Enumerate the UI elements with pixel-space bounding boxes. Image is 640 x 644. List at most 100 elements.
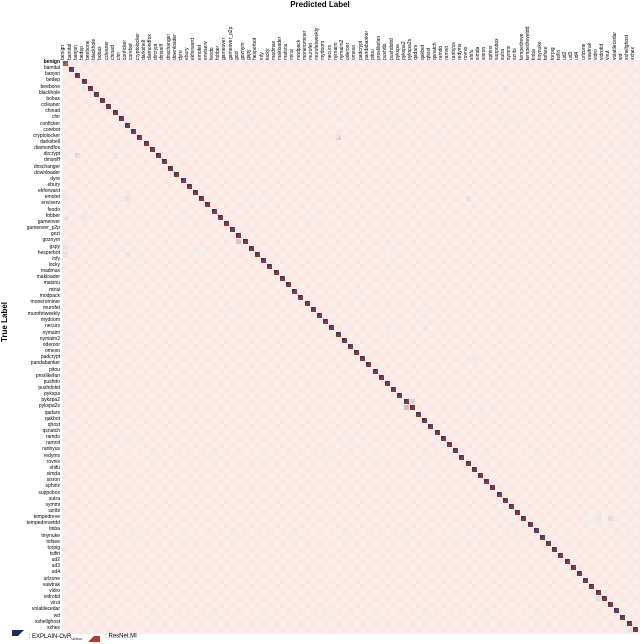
- y-tick-label: tinba: [49, 527, 60, 532]
- cell-lower-triangle: [534, 528, 539, 533]
- cell-lower-triangle: [82, 86, 87, 91]
- cell-lower-triangle: [602, 590, 607, 595]
- cell-lower-triangle: [360, 356, 365, 361]
- cell-lower-triangle: [311, 307, 316, 312]
- x-tick-label: sphinx: [489, 46, 494, 60]
- x-tick-label: ekforward: [191, 38, 196, 60]
- cell-lower-triangle: [422, 418, 427, 423]
- x-tick-label: dmsniff: [160, 44, 165, 60]
- y-tick-label: volatilecedar: [32, 607, 60, 612]
- cell-lower-triangle: [243, 239, 248, 244]
- cell-lower-triangle: [540, 535, 545, 540]
- cell-lower-triangle: [342, 338, 347, 343]
- cell-lower-triangle: [230, 227, 235, 232]
- cell-lower-triangle: [385, 252, 390, 257]
- cell-lower-triangle: [88, 86, 93, 91]
- cell-lower-triangle: [63, 252, 68, 257]
- y-tick-label: conficker: [40, 122, 60, 127]
- x-tick-label: ccleaner: [105, 41, 110, 60]
- y-tick-label: dnschanger: [34, 165, 60, 170]
- cell-lower-triangle: [589, 584, 594, 589]
- cell-lower-triangle: [113, 110, 118, 115]
- cell-lower-triangle: [286, 282, 291, 287]
- cell-lower-triangle: [366, 362, 371, 367]
- cell-lower-triangle: [113, 153, 118, 158]
- cell-lower-triangle: [596, 596, 601, 601]
- y-tick-label: qakbot: [45, 417, 60, 422]
- y-tick-label: tinynuke: [41, 534, 60, 539]
- x-tick-label: qadars: [414, 45, 419, 60]
- cell-lower-triangle: [379, 375, 384, 380]
- cell-lower-triangle: [63, 393, 68, 398]
- cell-lower-triangle: [627, 627, 632, 632]
- cell-lower-triangle: [199, 252, 204, 257]
- x-tick-label: volatilecedar: [613, 32, 618, 60]
- y-tick-label: suppobox: [38, 491, 60, 496]
- cell-lower-triangle: [323, 319, 328, 324]
- x-tick-label: mirai: [290, 49, 295, 60]
- cell-lower-triangle: [187, 153, 192, 158]
- cell-lower-triangle: [63, 344, 68, 349]
- x-tick-label: bamital: [68, 44, 73, 60]
- y-tick-label: dmsniff: [44, 158, 60, 163]
- x-tick-label: szribi: [513, 48, 518, 60]
- cell-lower-triangle: [63, 584, 68, 589]
- cell-lower-triangle: [453, 448, 458, 453]
- cell-lower-triangle: [521, 516, 526, 521]
- cell-lower-triangle: [497, 492, 502, 497]
- cell-lower-triangle: [466, 461, 471, 466]
- cell-lower-triangle: [472, 356, 477, 361]
- cell-lower-triangle: [187, 184, 192, 189]
- y-tick-label: goznym: [42, 238, 60, 243]
- x-tick-label: cryptolocker: [136, 33, 141, 60]
- cell-lower-triangle: [472, 467, 477, 472]
- cell-lower-triangle: [224, 221, 229, 226]
- cell-lower-triangle: [490, 485, 495, 490]
- cell-lower-triangle: [422, 307, 427, 312]
- cell-lower-triangle: [125, 252, 130, 257]
- x-tick-label: infy: [260, 52, 265, 60]
- cell-lower-triangle: [515, 510, 520, 515]
- x-tick-label: ramnit: [445, 46, 450, 60]
- cell-lower-triangle: [484, 479, 489, 484]
- x-tick-label: modpack: [297, 40, 302, 60]
- y-tick-label: nymaim: [42, 331, 60, 336]
- cell-lower-triangle: [100, 98, 105, 103]
- cell-lower-triangle: [280, 276, 285, 281]
- y-tick-label: urlzone: [44, 577, 60, 582]
- cell-lower-triangle: [199, 196, 204, 201]
- cell-lower-triangle: [329, 98, 334, 103]
- cell-lower-triangle: [236, 239, 241, 244]
- cell-lower-triangle: [94, 92, 99, 97]
- cell-lower-triangle: [255, 196, 260, 201]
- cell-lower-triangle: [329, 325, 334, 330]
- y-tick-label: corebot: [43, 128, 60, 133]
- y-tick-label: downloader: [34, 171, 60, 176]
- cell-lower-triangle: [608, 153, 613, 158]
- cell-lower-triangle: [565, 559, 570, 564]
- cell-lower-triangle: [305, 301, 310, 306]
- cell-lower-triangle: [373, 369, 378, 374]
- cell-lower-triangle: [466, 196, 471, 201]
- confusion-matrix-figure: Predicted Label True Label benignbamital…: [0, 0, 640, 644]
- x-tick-label: omexo: [352, 45, 357, 60]
- cell-lower-triangle: [336, 135, 341, 140]
- cell-lower-triangle: [193, 190, 198, 195]
- cell-lower-triangle: [509, 504, 514, 509]
- x-tick-label: tempedreve: [520, 34, 525, 60]
- y-tick-label: ranbyus: [42, 447, 60, 452]
- y-tick-label: beebone: [41, 85, 60, 90]
- cell-lower-triangle: [63, 430, 68, 435]
- cell-lower-triangle: [336, 332, 341, 337]
- cell-lower-triangle: [125, 196, 130, 201]
- cell-lower-triangle: [596, 590, 601, 595]
- legend: : EXPLAIN-OvRUnion : ResNet.MI: [12, 630, 137, 643]
- cell-lower-triangle: [174, 172, 179, 177]
- y-tick-label: enviserv: [41, 201, 60, 206]
- cell-lower-triangle: [261, 258, 266, 263]
- x-tick-label: emotet: [198, 45, 203, 60]
- cell-lower-triangle: [478, 473, 483, 478]
- cell-lower-triangle: [63, 615, 68, 620]
- cell-lower-triangle: [292, 289, 297, 294]
- cell-lower-triangle: [119, 116, 124, 121]
